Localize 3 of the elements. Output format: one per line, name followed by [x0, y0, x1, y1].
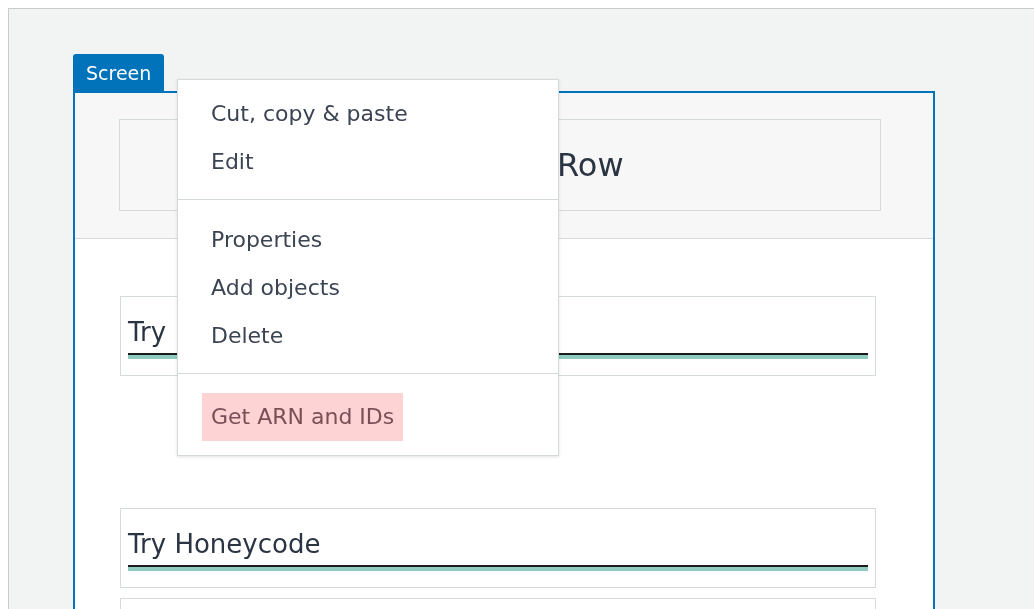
block-text: Try: [128, 317, 167, 347]
title-text: Row: [557, 146, 624, 184]
block-text: Try Honeycode: [128, 529, 321, 559]
